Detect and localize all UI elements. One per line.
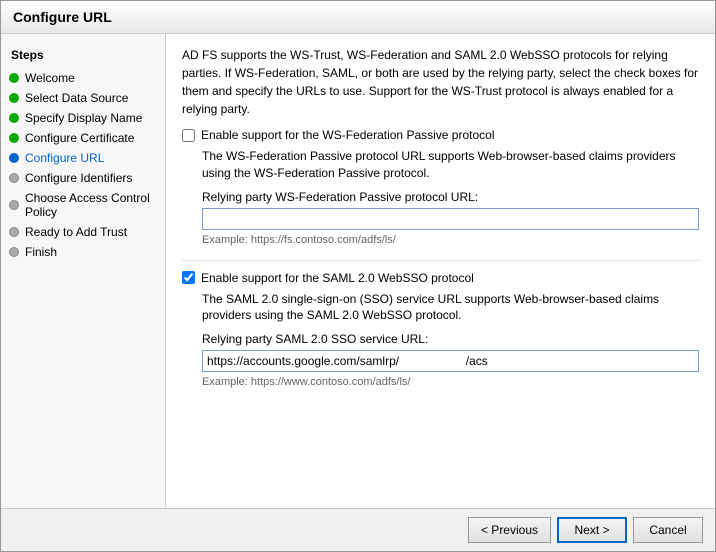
dialog-body: Steps Welcome Select Data Source Specify… — [1, 34, 715, 508]
ws-federation-description: The WS-Federation Passive protocol URL s… — [202, 148, 699, 182]
ws-federation-checkbox[interactable] — [182, 129, 195, 142]
cancel-button[interactable]: Cancel — [633, 517, 703, 543]
saml-description: The SAML 2.0 single-sign-on (SSO) servic… — [202, 291, 699, 325]
dot-icon-choose-access-control — [9, 200, 19, 210]
ws-federation-example: Example: https://fs.contoso.com/adfs/ls/ — [202, 234, 699, 246]
dialog-title: Configure URL — [1, 1, 715, 34]
sidebar-item-choose-access-control[interactable]: Choose Access Control Policy — [1, 188, 165, 222]
configure-url-dialog: Configure URL Steps Welcome Select Data … — [0, 0, 716, 552]
sidebar-item-configure-certificate[interactable]: Configure Certificate — [1, 128, 165, 148]
saml-field-label: Relying party SAML 2.0 SSO service URL: — [202, 332, 699, 346]
dot-icon-configure-identifiers — [9, 173, 19, 183]
sidebar-label-configure-certificate: Configure Certificate — [25, 131, 134, 145]
dot-icon-configure-certificate — [9, 133, 19, 143]
sidebar-label-choose-access-control: Choose Access Control Policy — [25, 191, 155, 219]
ws-federation-field-label: Relying party WS-Federation Passive prot… — [202, 190, 699, 204]
sidebar-label-specify-display-name: Specify Display Name — [25, 111, 142, 125]
saml-checkbox-label[interactable]: Enable support for the SAML 2.0 WebSSO p… — [201, 271, 474, 285]
main-content: AD FS supports the WS-Trust, WS-Federati… — [166, 34, 715, 508]
previous-button[interactable]: < Previous — [468, 517, 551, 543]
sidebar-item-specify-display-name[interactable]: Specify Display Name — [1, 108, 165, 128]
sidebar-label-configure-identifiers: Configure Identifiers — [25, 171, 132, 185]
section-separator — [182, 260, 699, 261]
next-button[interactable]: Next > — [557, 517, 627, 543]
sidebar-label-select-data-source: Select Data Source — [25, 91, 128, 105]
sidebar: Steps Welcome Select Data Source Specify… — [1, 34, 166, 508]
intro-text: AD FS supports the WS-Trust, WS-Federati… — [182, 46, 699, 118]
steps-label: Steps — [1, 44, 165, 68]
sidebar-item-ready-to-add-trust[interactable]: Ready to Add Trust — [1, 222, 165, 242]
ws-federation-section: Enable support for the WS-Federation Pas… — [182, 128, 699, 246]
sidebar-label-configure-url: Configure URL — [25, 151, 104, 165]
sidebar-item-select-data-source[interactable]: Select Data Source — [1, 88, 165, 108]
saml-url-input[interactable] — [202, 350, 699, 372]
sidebar-label-welcome: Welcome — [25, 71, 75, 85]
saml-section: Enable support for the SAML 2.0 WebSSO p… — [182, 271, 699, 389]
sidebar-item-finish[interactable]: Finish — [1, 242, 165, 262]
sidebar-item-configure-url[interactable]: Configure URL — [1, 148, 165, 168]
ws-federation-checkbox-label[interactable]: Enable support for the WS-Federation Pas… — [201, 128, 494, 142]
sidebar-item-welcome[interactable]: Welcome — [1, 68, 165, 88]
ws-federation-url-input[interactable] — [202, 208, 699, 230]
ws-federation-checkbox-row: Enable support for the WS-Federation Pas… — [182, 128, 699, 142]
dot-icon-specify-display-name — [9, 113, 19, 123]
dot-icon-select-data-source — [9, 93, 19, 103]
saml-details: The SAML 2.0 single-sign-on (SSO) servic… — [182, 291, 699, 389]
saml-example: Example: https://www.contoso.com/adfs/ls… — [202, 376, 699, 388]
dot-icon-configure-url — [9, 153, 19, 163]
saml-checkbox-row: Enable support for the SAML 2.0 WebSSO p… — [182, 271, 699, 285]
ws-federation-details: The WS-Federation Passive protocol URL s… — [182, 148, 699, 246]
dot-icon-finish — [9, 247, 19, 257]
sidebar-label-ready-to-add-trust: Ready to Add Trust — [25, 225, 127, 239]
sidebar-item-configure-identifiers[interactable]: Configure Identifiers — [1, 168, 165, 188]
dot-icon-ready-to-add-trust — [9, 227, 19, 237]
dialog-footer: < Previous Next > Cancel — [1, 508, 715, 551]
sidebar-label-finish: Finish — [25, 245, 57, 259]
saml-checkbox[interactable] — [182, 271, 195, 284]
dot-icon-welcome — [9, 73, 19, 83]
